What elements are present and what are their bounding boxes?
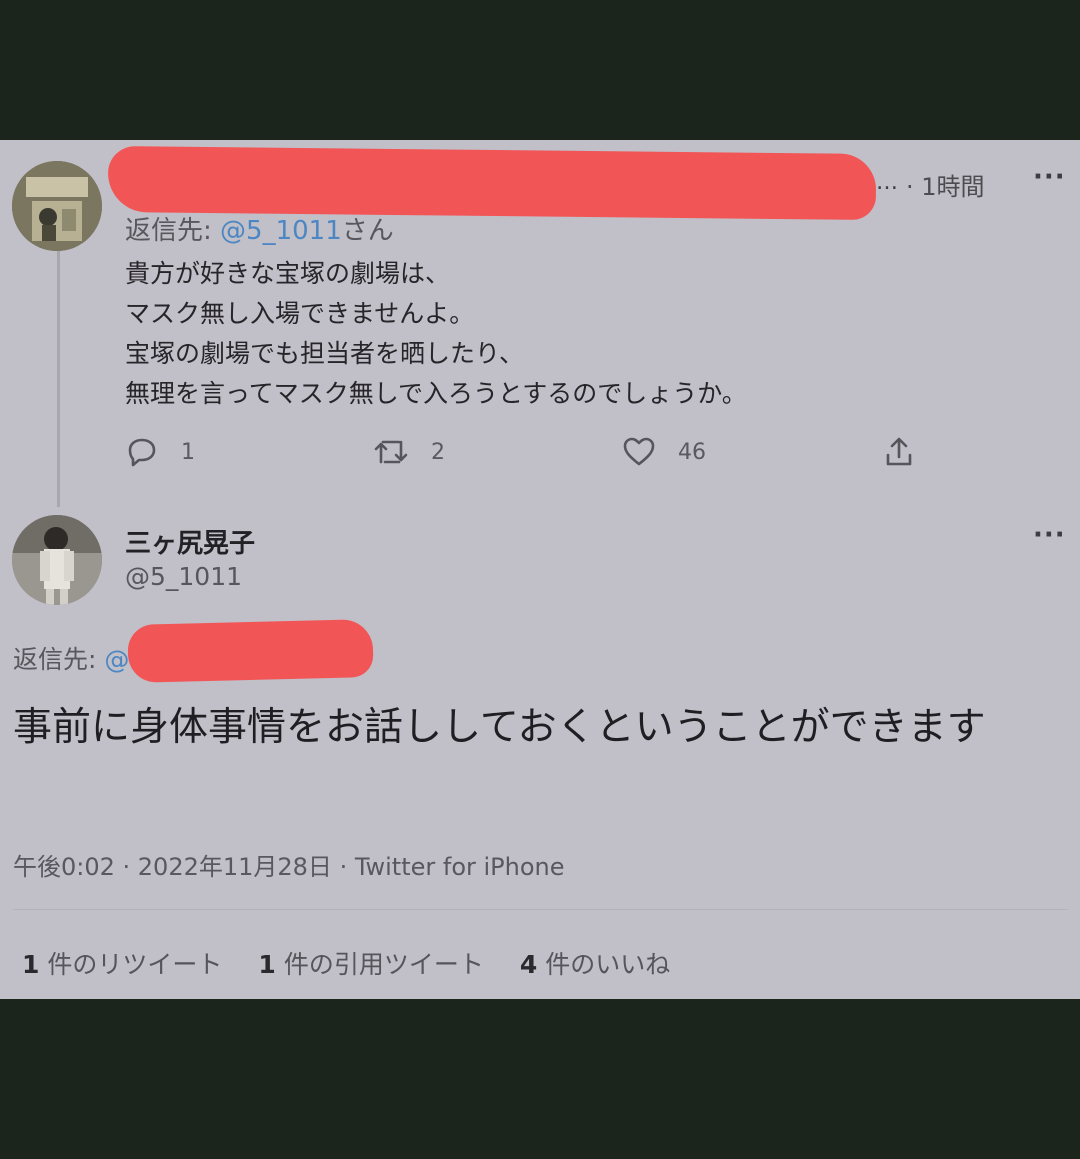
stat-label: 件の引用ツイート [283, 950, 484, 979]
reply-button[interactable]: 1 [125, 435, 195, 469]
retweet-button[interactable]: 2 [373, 435, 445, 469]
user-handle[interactable]: @5_1011 [125, 562, 242, 591]
stat-count: 1 [22, 950, 40, 979]
stat-count: 4 [519, 950, 538, 979]
share-icon [884, 435, 914, 469]
more-icon[interactable]: ··· [1033, 520, 1066, 550]
stat-label: 件のリツイート [47, 950, 223, 979]
like-button[interactable]: 46 [622, 435, 706, 469]
tweet-time[interactable]: · 1時間 [906, 167, 985, 202]
share-button[interactable] [884, 435, 914, 469]
tweet-text-line: 無理を言ってマスク無しで入ろうとするのでしょうか。 [125, 379, 747, 408]
engagement-stats: 1 件のリツイート 1 件の引用ツイート 4 件のいいね [22, 945, 706, 981]
main-tweet-text: 事前に身体事情をお話ししておくということができます [13, 705, 986, 750]
quote-tweet-stat[interactable]: 1 件の引用ツイート [258, 945, 483, 981]
reply-to: 返信先: @5_1011さん [125, 210, 394, 247]
like-count: 46 [678, 439, 706, 465]
stat-label: 件のいいね [545, 950, 671, 979]
tweet-card: … · 1時間 ··· 返信先: @5_1011さん 貴方が好きな宝塚の劇場は、… [0, 140, 1080, 999]
avatar[interactable] [12, 161, 102, 251]
avatar[interactable] [12, 515, 102, 605]
name-overflow: … [876, 170, 898, 195]
top-frame [0, 0, 1080, 140]
reply-handle-link[interactable]: @ [104, 645, 129, 674]
reply-to-suffix: さん [341, 216, 394, 246]
reply-icon [125, 435, 159, 469]
tweet-timestamp[interactable]: 午後0:02 · 2022年11月28日 · Twitter for iPhon… [13, 847, 565, 882]
reply-to-label: 返信先: [125, 216, 221, 246]
stat-count: 1 [258, 950, 276, 979]
bottom-frame [0, 999, 1080, 1159]
reply-to: 返信先: @ [13, 640, 129, 676]
heart-icon [622, 435, 656, 469]
redaction-mark [107, 145, 877, 221]
more-icon[interactable]: ··· [1033, 162, 1066, 192]
parent-tweet-text: 貴方が好きな宝塚の劇場は、 マスク無し入場できませんよ。 宝塚の劇場でも担当者を… [125, 254, 985, 414]
tweet-text-line: 宝塚の劇場でも担当者を晒したり、 [125, 339, 525, 368]
tweet-text-line: マスク無し入場できませんよ。 [125, 299, 475, 328]
reply-count: 1 [181, 439, 195, 465]
reply-handle-link[interactable]: @5_1011 [220, 216, 342, 246]
divider [13, 909, 1068, 910]
retweet-stat[interactable]: 1 件のリツイート [22, 945, 222, 981]
tweet-text-line: 貴方が好きな宝塚の劇場は、 [125, 259, 451, 288]
thread-line [57, 235, 60, 507]
display-name[interactable]: 三ヶ尻晃子 [125, 523, 255, 560]
reply-to-label: 返信先: [13, 645, 105, 674]
like-stat[interactable]: 4 件のいいね [520, 945, 670, 981]
retweet-count: 2 [431, 439, 445, 465]
redaction-mark [127, 619, 374, 683]
retweet-icon [373, 435, 409, 469]
